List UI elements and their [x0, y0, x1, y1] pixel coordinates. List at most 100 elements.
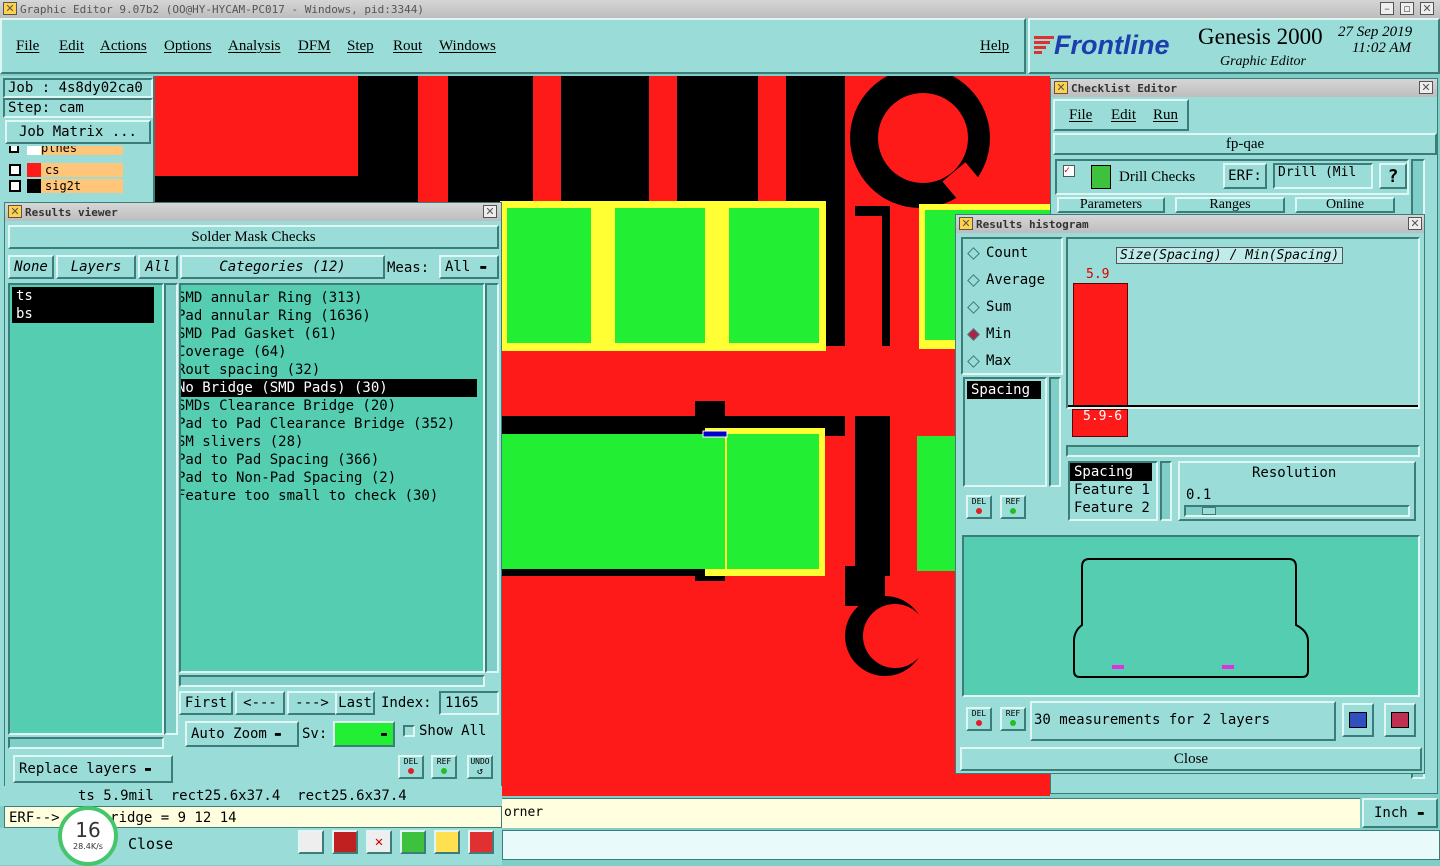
tab-ranges[interactable]: Ranges	[1175, 197, 1285, 213]
del-button[interactable]: DEL	[398, 755, 424, 779]
minimize-icon[interactable]: –	[1380, 2, 1394, 15]
resolution-slider[interactable]	[1184, 505, 1410, 517]
list-item[interactable]: Pad annular Ring (1636)	[181, 307, 483, 325]
feature-list-scrollbar[interactable]	[1160, 461, 1172, 521]
list-item[interactable]: Pad to Pad Clearance Bridge (352)	[181, 415, 483, 433]
menu-file[interactable]: File	[16, 38, 39, 55]
close-icon[interactable]: ✕	[1420, 2, 1434, 15]
attribute-list[interactable]: Spacing	[963, 377, 1047, 487]
layers-list[interactable]: ts bs	[8, 283, 164, 735]
menu-step[interactable]: Step	[347, 38, 374, 55]
menu-actions[interactable]: Actions	[100, 38, 147, 55]
chart-tool-icon[interactable]	[298, 830, 324, 854]
close-icon[interactable]: ✕	[1408, 217, 1422, 230]
job-matrix-button[interactable]: Job Matrix ...	[5, 120, 151, 144]
layers-hscrollbar[interactable]	[8, 737, 164, 749]
del-button[interactable]: DEL	[966, 495, 992, 519]
green-dot-icon	[441, 768, 447, 774]
attribute-list-scrollbar[interactable]	[1049, 377, 1061, 487]
menu-rout[interactable]: Rout	[393, 38, 422, 55]
checklist-entry[interactable]: ✓ Drill Checks ERF: Drill (Mil ?	[1055, 159, 1409, 195]
close-icon[interactable]: ✕	[1419, 81, 1433, 94]
checklist-menu-run[interactable]: Run	[1153, 107, 1178, 124]
list-item[interactable]: Pad to Pad Spacing (366)	[181, 451, 483, 469]
ref-button[interactable]: REF	[431, 755, 457, 779]
list-item[interactable]: SMD annular Ring (313)	[181, 289, 483, 307]
close-label[interactable]: Close	[128, 835, 173, 853]
radio-max[interactable]: Max	[967, 353, 1011, 369]
list-item[interactable]: Spacing	[1070, 463, 1152, 481]
zoom-feature-button[interactable]	[1342, 703, 1374, 737]
feature-preview[interactable]	[962, 535, 1420, 697]
auto-zoom-dropdown[interactable]: Auto Zoom ▬	[185, 721, 299, 747]
tab-parameters[interactable]: Parameters	[1057, 197, 1165, 213]
sv-color-dropdown[interactable]: ▬	[333, 721, 395, 747]
all-layers-button[interactable]: All	[138, 255, 178, 279]
layers-scrollbar[interactable]	[164, 283, 178, 735]
list-item[interactable]: ts	[12, 287, 154, 305]
close-icon[interactable]: ✕	[483, 205, 497, 218]
list-item-selected[interactable]: No Bridge (SMD Pads) (30)	[181, 379, 477, 397]
next-button[interactable]: --->	[287, 691, 337, 715]
maximize-icon[interactable]: ▫	[1400, 2, 1414, 15]
show-all-checkbox[interactable]	[403, 725, 415, 737]
menu-options[interactable]: Options	[164, 38, 212, 55]
ref-cross-icon[interactable]: ✕	[366, 830, 392, 854]
menu-dfm[interactable]: DFM	[298, 38, 331, 55]
histogram-close-button[interactable]: Close	[960, 747, 1422, 771]
radio-sum[interactable]: Sum	[967, 299, 1011, 315]
ref-button[interactable]: REF	[1000, 495, 1026, 519]
tab-online[interactable]: Online	[1295, 197, 1395, 213]
menu-analysis[interactable]: Analysis	[228, 38, 281, 55]
radio-min[interactable]: Min	[967, 326, 1011, 342]
menu-edit[interactable]: Edit	[59, 38, 84, 55]
categories-hscrollbar[interactable]	[179, 675, 485, 687]
list-item[interactable]: Pad to Non-Pad Spacing (2)	[181, 469, 483, 487]
command-bar[interactable]	[502, 830, 1440, 860]
replace-layers-dropdown[interactable]: Replace layers ▬	[13, 755, 173, 783]
list-item[interactable]: Feature 1	[1070, 481, 1156, 499]
none-button[interactable]: None	[8, 255, 54, 279]
checklist-menu-file[interactable]: File	[1069, 107, 1092, 124]
list-item[interactable]: SM slivers (28)	[181, 433, 483, 451]
record-tool-icon[interactable]	[332, 830, 358, 854]
list-item[interactable]: Rout spacing (32)	[181, 361, 483, 379]
list-item[interactable]: SMDs Clearance Bridge (20)	[181, 397, 483, 415]
list-item[interactable]: Feature 2	[1070, 499, 1156, 517]
meas-dropdown[interactable]: All ▬	[439, 255, 499, 279]
list-item[interactable]: Coverage (64)	[181, 343, 483, 361]
undo-button[interactable]: UNDO ↺	[467, 755, 493, 779]
erf-value[interactable]: Drill (Mil	[1273, 163, 1373, 189]
del-button[interactable]: DEL	[966, 707, 992, 731]
radio-count[interactable]: Count	[967, 245, 1028, 261]
list-item[interactable]: Spacing	[967, 381, 1041, 399]
layer-row[interactable]: sig2t	[5, 178, 125, 194]
radio-average[interactable]: Average	[967, 272, 1045, 288]
resolution-panel: Resolution 0.1	[1178, 461, 1416, 521]
zoom-region-button[interactable]	[1384, 703, 1416, 737]
categories-list[interactable]: SMD annular Ring (313) Pad annular Ring …	[179, 283, 485, 673]
menu-help[interactable]: Help	[980, 38, 1009, 55]
notes-tool-icon[interactable]	[434, 830, 460, 854]
prev-button[interactable]: <---	[235, 691, 285, 715]
menu-windows[interactable]: Windows	[439, 38, 496, 55]
categories-scrollbar[interactable]	[485, 283, 499, 673]
list-item[interactable]: SMD Pad Gasket (61)	[181, 325, 483, 343]
slider-thumb[interactable]	[1202, 507, 1216, 515]
histogram-bar[interactable]	[1073, 283, 1128, 407]
help-button[interactable]: ?	[1379, 163, 1407, 189]
units-dropdown[interactable]: Inch ▬	[1362, 798, 1438, 828]
step-tool-icon[interactable]	[400, 830, 426, 854]
layer-row[interactable]: plnes	[5, 146, 125, 158]
list-item[interactable]: Feature too small to check (30)	[181, 487, 483, 505]
feature-list[interactable]: Spacing Feature 1 Feature 2	[1068, 461, 1158, 521]
first-button[interactable]: First	[179, 691, 233, 715]
list-item[interactable]: bs	[12, 305, 154, 323]
index-input[interactable]: 1165	[439, 691, 499, 715]
chart-hscrollbar[interactable]	[1066, 445, 1420, 457]
layer-row[interactable]: cs	[5, 162, 125, 178]
checklist-menu-edit[interactable]: Edit	[1111, 107, 1136, 124]
last-button[interactable]: Last	[335, 691, 375, 715]
histogram-tool-icon[interactable]	[468, 830, 494, 854]
ref-button[interactable]: REF	[1000, 707, 1026, 731]
